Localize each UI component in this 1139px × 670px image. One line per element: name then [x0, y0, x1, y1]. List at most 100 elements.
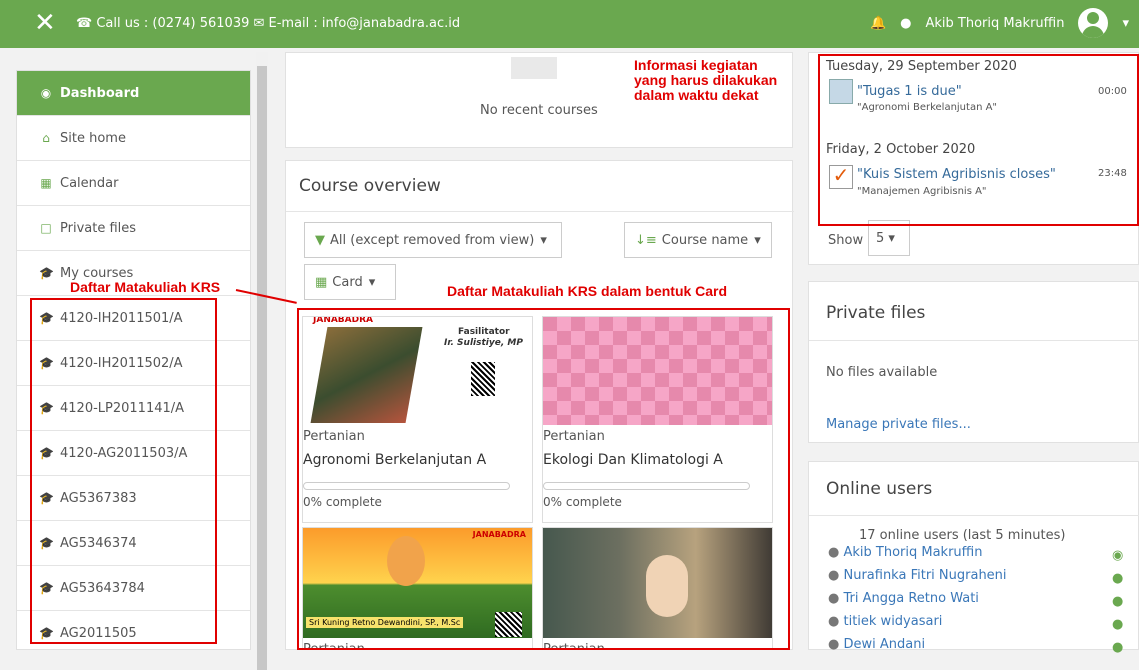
course-name[interactable]: Ekologi Dan Klimatologi A: [543, 452, 772, 468]
sidebar-item-label: Calendar: [60, 175, 119, 191]
sort-icon: ↓≡: [635, 232, 657, 248]
course-pattern-image: [543, 317, 772, 425]
sidebar-item-4120-ih2011501-a[interactable]: 🎓 4120-IH2011501/A: [17, 296, 250, 341]
view-dropdown[interactable]: ▦ Card ▾: [304, 264, 396, 300]
sidebar-item-label: AG53643784: [60, 580, 145, 596]
sidebar-item-ag53643784[interactable]: 🎓 AG53643784: [17, 566, 250, 611]
private-files-panel: Private files No files available Manage …: [808, 281, 1139, 443]
qr-code: [471, 362, 495, 396]
document-icon: [511, 57, 557, 79]
sidebar-item-ag2011505[interactable]: 🎓 AG2011505: [17, 611, 250, 649]
course-card[interactable]: JANABADRA Fasilitator Ir. Sulistiye, MP …: [302, 316, 533, 523]
course-category: Pertanian: [303, 429, 365, 444]
home-icon: ⌂: [42, 131, 50, 145]
user-icon: ●: [828, 591, 844, 606]
graduation-cap-icon: 🎓: [39, 581, 54, 595]
manage-private-files-link[interactable]: Manage private files...: [826, 417, 971, 432]
eye-icon[interactable]: ◉: [1112, 548, 1123, 563]
message-icon[interactable]: ●: [1112, 617, 1123, 632]
annotation-sidebar-label: Daftar Matakuliah KRS: [70, 279, 221, 295]
course-category: Pertanian: [543, 429, 605, 444]
chat-icon[interactable]: ●: [900, 16, 911, 31]
sidebar-item-4120-lp2011141-a[interactable]: 🎓 4120-LP2011141/A: [17, 386, 250, 431]
graduation-cap-icon: 🎓: [39, 356, 54, 370]
sidebar-scrollbar[interactable]: [256, 52, 268, 670]
lecturer-name: Ir. Sulistiye, MP: [444, 338, 523, 348]
quiz-icon: ✓: [829, 165, 853, 189]
sort-dropdown[interactable]: ↓≡ Course name ▾: [624, 222, 772, 258]
course-card[interactable]: Pertanian: [542, 527, 773, 650]
message-icon[interactable]: ●: [1112, 594, 1123, 609]
sidebar-item-site-home[interactable]: ⌂ Site home: [17, 116, 250, 161]
timeline-event[interactable]: "Tugas 1 is due": [857, 84, 962, 99]
show-count-dropdown[interactable]: 5 ▾: [868, 220, 910, 256]
course-name[interactable]: Agronomi Berkelanjutan A: [303, 452, 532, 468]
annotation-cards-label: Daftar Matakuliah KRS dalam bentuk Card: [447, 283, 728, 299]
private-files-empty: No files available: [826, 365, 938, 380]
show-label: Show: [828, 233, 864, 248]
graduation-cap-icon: 🎓: [39, 266, 54, 280]
timeline-date: Tuesday, 29 September 2020: [826, 59, 1017, 74]
online-user[interactable]: ● Nurafinka Fitri Nugraheni: [828, 568, 1007, 583]
timeline-date: Friday, 2 October 2020: [826, 142, 976, 157]
course-card[interactable]: Pertanian Ekologi Dan Klimatologi A 0% c…: [542, 316, 773, 523]
course-card[interactable]: JANABADRA Sri Kuning Retno Dewandini, SP…: [302, 527, 533, 650]
avatar[interactable]: [1078, 8, 1109, 38]
timeline-time: 00:00: [1098, 86, 1127, 97]
sidebar-item-label: Site home: [60, 130, 126, 146]
progress-text: 0% complete: [543, 495, 622, 509]
lecturer-photo: [310, 327, 423, 423]
timeline-time: 23:48: [1098, 168, 1127, 179]
online-user[interactable]: ● titiek widyasari: [828, 614, 942, 629]
recent-empty-text: No recent courses: [480, 103, 598, 118]
sidebar-item-ag5346374[interactable]: 🎓 AG5346374: [17, 521, 250, 566]
calendar-icon: ▦: [40, 176, 52, 190]
course-filter-dropdown[interactable]: ▼ All (except removed from view) ▾: [304, 222, 562, 258]
chevron-down-icon[interactable]: ▾: [1122, 16, 1129, 31]
graduation-cap-icon: 🎓: [39, 626, 54, 640]
user-icon: ●: [828, 614, 844, 629]
online-user[interactable]: ● Tri Angga Retno Wati: [828, 591, 979, 606]
sidebar-item-label: 4120-AG2011503/A: [60, 445, 188, 461]
graduation-cap-icon: 🎓: [39, 536, 54, 550]
timeline-event[interactable]: "Kuis Sistem Agribisnis closes": [857, 167, 1056, 182]
sidebar-item-label: Dashboard: [60, 85, 140, 101]
sidebar-item-4120-ag2011503-a[interactable]: 🎓 4120-AG2011503/A: [17, 431, 250, 476]
contact-info: ☎ Call us : (0274) 561039 ✉ E-mail : inf…: [76, 16, 461, 31]
dashboard-icon: ◉: [40, 86, 52, 100]
user-icon: ●: [828, 545, 844, 560]
online-user[interactable]: ● Akib Thoriq Makruffin: [828, 545, 982, 560]
message-icon[interactable]: ●: [1112, 571, 1123, 586]
graduation-cap-icon: 🎓: [39, 401, 54, 415]
course-image-brand: JANABADRA: [472, 530, 526, 539]
message-icon[interactable]: ●: [1112, 640, 1123, 655]
sidebar-item-4120-ih2011502-a[interactable]: 🎓 4120-IH2011502/A: [17, 341, 250, 386]
top-navbar: ✕ ☎ Call us : (0274) 561039 ✉ E-mail : i…: [0, 0, 1139, 48]
sidebar-item-ag5367383[interactable]: 🎓 AG5367383: [17, 476, 250, 521]
sidebar-item-label: AG5367383: [60, 490, 137, 506]
brand-text: JANABADRA: [313, 316, 374, 325]
close-icon[interactable]: ✕: [34, 8, 56, 38]
course-image-caption: Sri Kuning Retno Dewandini, SP., M.Sc: [306, 617, 464, 628]
bell-icon[interactable]: 🔔: [870, 16, 886, 31]
sidebar-item-dashboard[interactable]: ◉ Dashboard: [17, 71, 250, 116]
lecturer-photo: [646, 555, 688, 617]
course-overview-title: Course overview: [299, 176, 441, 196]
chevron-down-icon: ▾: [754, 232, 761, 248]
sidebar-item-label: AG5346374: [60, 535, 137, 551]
scroll-thumb[interactable]: [257, 66, 267, 670]
user-menu: 🔔 ● Akib Thoriq Makruffin ▾: [870, 8, 1129, 38]
timeline-course[interactable]: "Agronomi Berkelanjutan A": [857, 102, 997, 113]
lecturer-photo: [387, 536, 425, 586]
user-name[interactable]: Akib Thoriq Makruffin: [925, 16, 1064, 31]
sidebar: ◉ Dashboard ⌂ Site home ▦ Calendar □ Private fi…: [16, 70, 251, 650]
timeline-course[interactable]: "Manajemen Agribisnis A": [857, 186, 987, 197]
chevron-down-icon: ▾: [884, 231, 895, 246]
online-users-title: Online users: [826, 479, 933, 499]
file-icon: □: [40, 221, 52, 235]
sidebar-item-private-files[interactable]: □ Private files: [17, 206, 250, 251]
course-category: Pertanian: [543, 642, 605, 650]
timeline-panel: Tuesday, 29 September 2020 "Tugas 1 is d…: [808, 52, 1139, 265]
grid-icon: ▦: [315, 274, 328, 290]
sidebar-item-calendar[interactable]: ▦ Calendar: [17, 161, 250, 206]
